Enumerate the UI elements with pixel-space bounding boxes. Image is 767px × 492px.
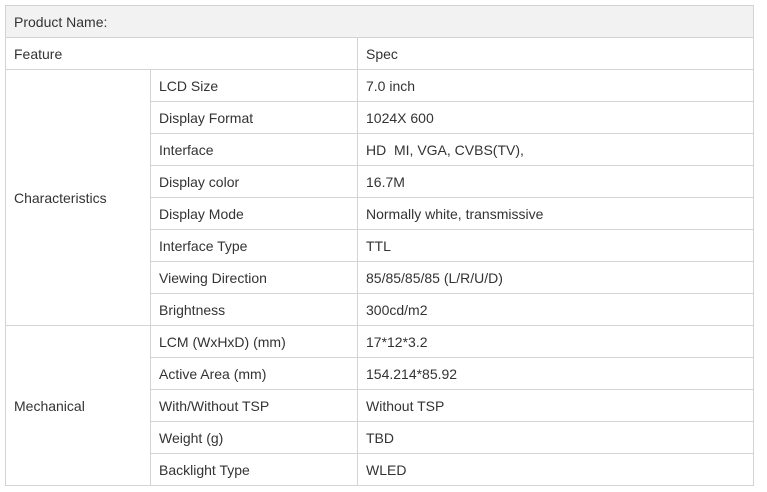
group-name-characteristics: Characteristics	[5, 69, 151, 326]
feature-label: LCM (WxHxD) (mm)	[150, 325, 358, 358]
table-row: Characteristics LCD Size 7.0 inch	[5, 69, 754, 326]
spec-value: 154.214*85.92	[357, 357, 754, 390]
spec-value: TTL	[357, 229, 754, 262]
spec-table-body: Product Name: Feature Spec Characteristi…	[5, 5, 754, 486]
spec-value: 85/85/85/85 (L/R/U/D)	[357, 261, 754, 294]
feature-label: Display Mode	[150, 197, 358, 230]
spec-value: 16.7M	[357, 165, 754, 198]
feature-label: Weight (g)	[150, 421, 358, 454]
feature-label: Display color	[150, 165, 358, 198]
spec-value: TBD	[357, 421, 754, 454]
spec-value: 7.0 inch	[357, 69, 754, 102]
table-row: Mechanical LCM (WxHxD) (mm) 17*12*3.2	[5, 325, 754, 486]
title-row: Product Name:	[5, 5, 754, 38]
spec-value: 1024X 600	[357, 101, 754, 134]
feature-label: Brightness	[150, 293, 358, 326]
product-name-title: Product Name:	[5, 5, 754, 38]
spec-value: HD MI, VGA, CVBS(TV),	[357, 133, 754, 166]
feature-label: Display Format	[150, 101, 358, 134]
spec-value: WLED	[357, 453, 754, 486]
feature-label: Interface	[150, 133, 358, 166]
spec-value: 300cd/m2	[357, 293, 754, 326]
header-row: Feature Spec	[5, 37, 754, 70]
feature-label: LCD Size	[150, 69, 358, 102]
spec-value: Without TSP	[357, 389, 754, 422]
spec-value: Normally white, transmissive	[357, 197, 754, 230]
spec-value: 17*12*3.2	[357, 325, 754, 358]
feature-label: With/Without TSP	[150, 389, 358, 422]
feature-label: Interface Type	[150, 229, 358, 262]
feature-label: Viewing Direction	[150, 261, 358, 294]
feature-label: Backlight Type	[150, 453, 358, 486]
spec-header: Spec	[357, 37, 754, 70]
spec-table: Product Name: Feature Spec Characteristi…	[5, 5, 754, 486]
feature-label: Active Area (mm)	[150, 357, 358, 390]
group-name-mechanical: Mechanical	[5, 325, 151, 486]
feature-header: Feature	[5, 37, 358, 70]
